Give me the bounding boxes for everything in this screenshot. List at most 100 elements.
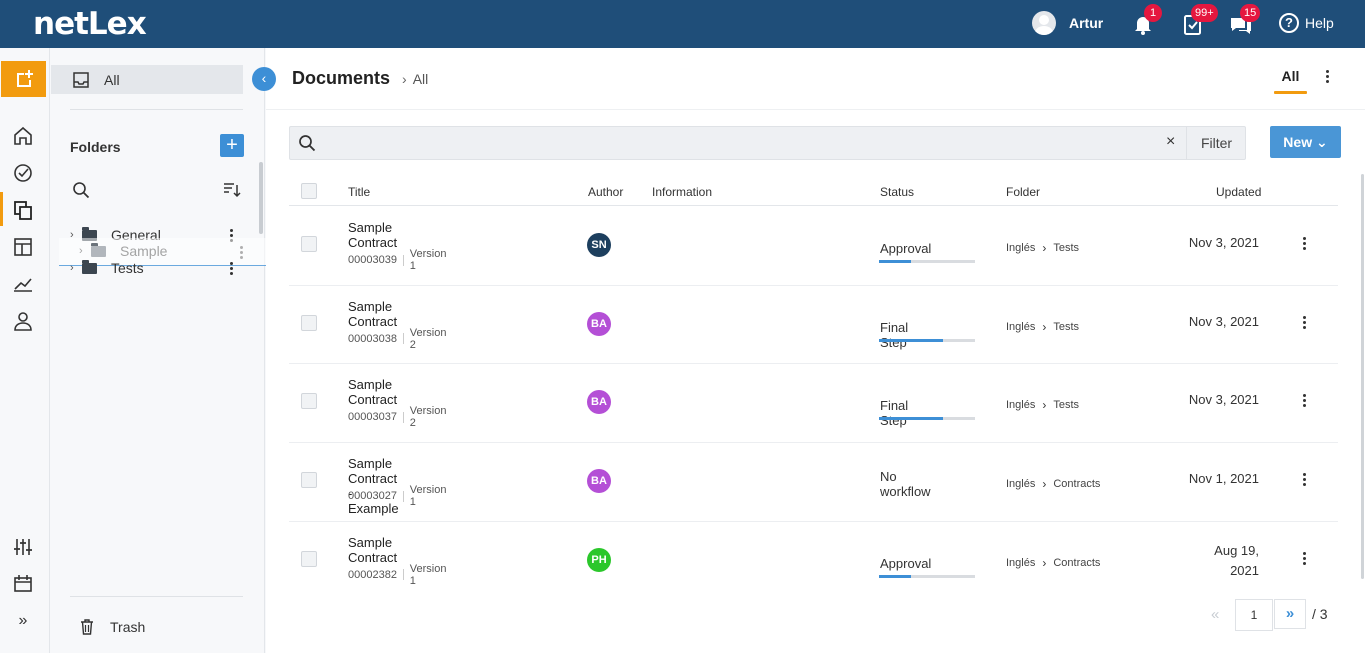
workflow-check-icon[interactable] [12, 162, 34, 184]
row-checkbox[interactable] [301, 472, 317, 489]
sort-folders-icon[interactable] [223, 182, 241, 203]
search-icon [299, 135, 316, 152]
row-checkbox[interactable] [301, 314, 317, 331]
column-header-folder[interactable]: Folder [1006, 185, 1040, 199]
folder-path-chevron-icon: › [1042, 319, 1047, 334]
folder-search-icon[interactable] [72, 181, 90, 204]
folder-name: Tests [111, 260, 144, 276]
all-documents-item[interactable]: All [51, 65, 243, 94]
folder-path[interactable]: Inglés › Contracts [1006, 477, 1100, 491]
column-header-information[interactable]: Information [652, 185, 712, 199]
status-progress-bar [879, 260, 975, 263]
meta-divider [402, 254, 404, 266]
updated-date: Nov 1, 2021 [1188, 471, 1259, 487]
top-bar: netLex Artur 1 99+ 15 ? Help [0, 0, 1365, 48]
expand-chevron-icon[interactable]: › [70, 262, 80, 274]
author-avatar[interactable]: BA [587, 390, 611, 415]
row-checkbox[interactable] [301, 236, 317, 252]
page-title[interactable]: Documents [292, 68, 390, 89]
column-header-status[interactable]: Status [880, 185, 914, 199]
row-checkbox[interactable] [301, 550, 317, 567]
status-label: Final Step [880, 398, 909, 429]
status-label: No workflow [880, 468, 931, 499]
select-all-checkbox[interactable] [301, 183, 317, 199]
status-label: Approval [880, 241, 932, 256]
row-menu-icon[interactable] [1302, 237, 1306, 250]
user-menu[interactable]: Artur [1032, 11, 1103, 35]
folder-icon [91, 242, 106, 257]
tasks-badge: 99+ [1191, 4, 1218, 22]
breadcrumb-chevron-icon: › [402, 71, 407, 87]
divider [70, 109, 243, 110]
new-document-icon [16, 70, 33, 87]
document-number: 00002382 [348, 568, 397, 581]
dragging-folder-name: Sample [120, 243, 168, 259]
document-meta: 00003027 Version 1 [348, 484, 447, 508]
folder-path[interactable]: Inglés › Contracts [1006, 556, 1100, 570]
analytics-chart-icon[interactable] [12, 273, 34, 295]
meta-divider [402, 569, 404, 581]
search-input[interactable] [323, 133, 1143, 153]
folder-name: Contracts [1053, 556, 1101, 569]
main-scrollbar[interactable] [1361, 174, 1364, 579]
document-title[interactable]: Sample Contract [348, 377, 397, 407]
search-bar: × Filter [289, 126, 1246, 160]
author-avatar[interactable]: SN [587, 233, 611, 257]
folder-language: Inglés [1006, 399, 1036, 412]
filter-button[interactable]: Filter [1186, 127, 1246, 159]
author-avatar[interactable]: BA [587, 469, 611, 494]
page-menu-icon[interactable] [1325, 70, 1329, 83]
tab-all[interactable]: All [1274, 68, 1307, 84]
last-page-button[interactable]: » [1274, 599, 1306, 629]
calendar-icon[interactable] [12, 573, 34, 595]
document-number: 00003039 [348, 254, 397, 266]
status-progress-bar [879, 574, 975, 578]
help-button[interactable]: ? Help [1279, 13, 1334, 33]
page-number-input[interactable]: 1 [1235, 599, 1273, 631]
home-icon[interactable] [12, 125, 34, 147]
new-document-dropdown-button[interactable]: New ⌄ [1270, 126, 1341, 158]
row-checkbox[interactable] [301, 393, 317, 410]
document-number: 00003027 [348, 490, 397, 503]
folder-path[interactable]: Inglés › Tests [1006, 241, 1079, 255]
folder-path-chevron-icon: › [1042, 241, 1047, 255]
column-header-author[interactable]: Author [588, 185, 623, 199]
folder-menu-icon[interactable] [229, 262, 233, 275]
folder-path[interactable]: Inglés › Tests [1006, 320, 1079, 334]
folder-path[interactable]: Inglés › Tests [1006, 398, 1079, 412]
author-avatar[interactable]: PH [587, 547, 611, 572]
add-folder-button[interactable]: + [220, 134, 244, 157]
divider [70, 596, 243, 597]
expand-nav-icon[interactable]: » [12, 612, 34, 634]
clear-search-icon[interactable]: × [1166, 133, 1175, 151]
author-avatar[interactable]: BA [587, 311, 611, 336]
new-document-button[interactable] [1, 61, 46, 97]
row-menu-icon[interactable] [1302, 473, 1306, 487]
active-nav-indicator [0, 192, 3, 226]
templates-icon[interactable] [12, 236, 34, 258]
collapse-pane-button[interactable]: ‹ [252, 67, 276, 91]
meta-divider [402, 333, 404, 345]
app-logo[interactable]: netLex [33, 6, 147, 42]
documents-icon[interactable] [12, 199, 34, 221]
folder-name: Tests [1053, 320, 1080, 333]
breadcrumb: Documents › All [292, 68, 428, 89]
document-title[interactable]: Sample Contract [348, 299, 397, 329]
row-menu-icon[interactable] [1302, 315, 1306, 329]
trash-item[interactable]: Trash [80, 619, 145, 635]
contacts-person-icon[interactable] [12, 310, 34, 332]
document-title[interactable]: Sample Contract [348, 220, 397, 250]
first-page-icon[interactable]: « [1211, 606, 1219, 623]
settings-sliders-icon[interactable] [12, 536, 34, 558]
folder-scrollbar[interactable] [259, 162, 263, 234]
column-header-updated[interactable]: Updated [1216, 185, 1261, 199]
row-menu-icon[interactable] [1302, 394, 1306, 408]
folder-path-chevron-icon: › [1042, 477, 1047, 492]
folder-item-tests[interactable]: › Tests [70, 259, 144, 276]
document-title[interactable]: Sample Contract [348, 535, 397, 565]
column-header-title[interactable]: Title [348, 185, 370, 199]
page-total: / 3 [1312, 606, 1328, 622]
document-version: Version 1 [409, 484, 447, 509]
folders-heading: Folders [70, 139, 121, 155]
row-menu-icon[interactable] [1302, 551, 1306, 565]
